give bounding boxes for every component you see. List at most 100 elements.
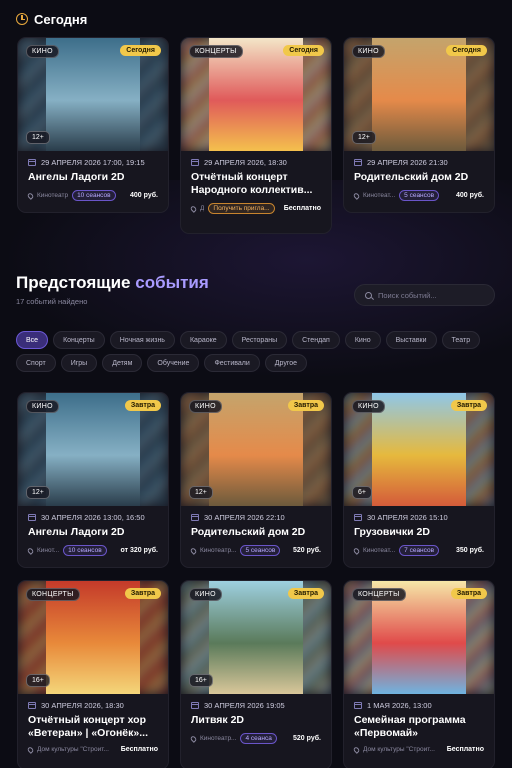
event-venue: Дом культуры "Строит... (37, 746, 109, 753)
filter-chip[interactable]: Другое (264, 354, 308, 372)
event-card[interactable]: КИНО Завтра 16+ 30 АПРЕЛЯ 2026 19:05 Литв… (180, 580, 332, 768)
today-title: Сегодня (34, 11, 88, 27)
event-meta: Кинотеатр... 5 сеансов 520 руб. (189, 545, 321, 556)
sessions-button[interactable]: 4 сеанса (240, 733, 277, 744)
filter-chip[interactable]: Игры (60, 354, 98, 372)
category-badge: КИНО (352, 400, 385, 413)
event-price: 400 руб. (130, 192, 158, 199)
event-price: 400 руб. (456, 192, 484, 199)
filter-chip[interactable]: Фестивали (204, 354, 260, 372)
when-badge: Завтра (450, 400, 487, 411)
event-card[interactable]: КИНО Завтра 6+ 30 АПРЕЛЯ 2026 15:10 Грузо… (343, 392, 495, 568)
event-date-row: 30 АПРЕЛЯ 2026 22:10 (191, 513, 321, 522)
event-venue: Дом культуры "Строит... (363, 746, 435, 753)
event-title[interactable]: Родительский дом 2D (191, 526, 321, 539)
event-poster: КИНО Сегодня 12+ (344, 38, 494, 151)
location-pin-icon (26, 546, 35, 555)
filter-chip[interactable]: Рестораны (231, 331, 288, 349)
filter-chip[interactable]: Караоке (179, 331, 227, 349)
event-title[interactable]: Ангелы Ладоги 2D (28, 526, 158, 539)
category-badge: КОНЦЕРТЫ (189, 45, 243, 58)
filter-chip[interactable]: Спорт (16, 354, 56, 372)
event-title[interactable]: Родительский дом 2D (354, 171, 484, 184)
search-icon (365, 291, 372, 299)
event-card[interactable]: КОНЦЕРТЫ Завтра 16+ 30 АПРЕЛЯ 2026, 18:30… (17, 580, 169, 768)
filter-chip[interactable]: Ночная жизнь (109, 331, 175, 349)
event-venue: Кинотеатр... (200, 735, 237, 742)
event-poster: КОНЦЕРТЫ Завтра 16+ (18, 581, 168, 694)
event-price: от 320 руб. (120, 547, 158, 554)
today-header: Сегодня (16, 10, 87, 28)
when-badge: Завтра (124, 400, 161, 411)
calendar-icon (28, 702, 36, 709)
event-title[interactable]: Отчётный концерт хор «Ветеран» | «Огонёк… (28, 714, 158, 740)
when-badge: Завтра (124, 588, 161, 599)
filter-chip[interactable]: Обучение (147, 354, 200, 372)
sessions-button[interactable]: 10 сеансов (72, 190, 116, 201)
event-title[interactable]: Отчётный концерт Народного коллектив... (191, 171, 321, 197)
poster-image (372, 393, 466, 506)
filter-chip[interactable]: Кино (344, 331, 381, 349)
event-title[interactable]: Литвяк 2D (191, 714, 321, 727)
event-title[interactable]: Ангелы Ладоги 2D (28, 171, 158, 184)
search-box[interactable] (354, 284, 495, 306)
calendar-icon (191, 159, 199, 166)
location-pin-icon (26, 745, 35, 754)
upcoming-title-accent: события (135, 273, 209, 292)
sessions-button[interactable]: 10 сеансов (63, 545, 107, 556)
event-card[interactable]: КИНО Сегодня 12+ 29 АПРЕЛЯ 2026 21:30 Род… (343, 37, 495, 213)
filter-chip[interactable]: Выставки (385, 331, 437, 349)
event-price: 350 руб. (456, 547, 484, 554)
event-date: 30 АПРЕЛЯ 2026 15:10 (367, 513, 448, 522)
when-badge: Завтра (287, 400, 324, 411)
search-input[interactable] (378, 290, 488, 300)
event-date-row: 30 АПРЕЛЯ 2026 15:10 (354, 513, 484, 522)
calendar-icon (354, 702, 362, 709)
event-poster: КОНЦЕРТЫ Сегодня (181, 38, 331, 151)
location-pin-icon (189, 546, 198, 555)
sessions-button[interactable]: 7 сеансов (399, 545, 440, 556)
event-date-row: 29 АПРЕЛЯ 2026, 18:30 (191, 158, 321, 167)
event-meta: Кинот... 10 сеансов от 320 руб. (26, 545, 158, 556)
category-badge: КИНО (26, 400, 59, 413)
event-meta: Кинотеат... 7 сеансов 350 руб. (352, 545, 484, 556)
event-date-row: 30 АПРЕЛЯ 2026 13:00, 16:50 (28, 513, 158, 522)
when-badge: Сегодня (446, 45, 487, 56)
event-card[interactable]: КИНО Завтра 12+ 30 АПРЕЛЯ 2026 22:10 Роди… (180, 392, 332, 568)
event-card[interactable]: КОНЦЕРТЫ Завтра 1 МАЯ 2026, 13:00 Семейн… (343, 580, 495, 768)
event-poster: КИНО Завтра 16+ (181, 581, 331, 694)
filter-chip[interactable]: Стендап (292, 331, 340, 349)
filter-chip[interactable]: Детям (102, 354, 143, 372)
event-date: 29 АПРЕЛЯ 2026, 18:30 (204, 158, 287, 167)
event-venue: Кинотеатр (37, 192, 69, 199)
location-pin-icon (352, 191, 361, 200)
category-badge: КИНО (189, 588, 222, 601)
event-title[interactable]: Семейная программа «Первомай» (354, 714, 484, 740)
event-poster: КИНО Сегодня 12+ (18, 38, 168, 151)
poster-image (209, 393, 303, 506)
filter-chip[interactable]: Концерты (53, 331, 105, 349)
event-card[interactable]: КИНО Завтра 12+ 30 АПРЕЛЯ 2026 13:00, 16:… (17, 392, 169, 568)
category-badge: КИНО (352, 45, 385, 58)
upcoming-title: Предстоящие события (16, 273, 209, 293)
event-card[interactable]: КИНО Сегодня 12+ 29 АПРЕЛЯ 2026 17:00, 19… (17, 37, 169, 213)
when-badge: Сегодня (120, 45, 161, 56)
sessions-button[interactable]: 5 сеансов (240, 545, 281, 556)
event-card[interactable]: КОНЦЕРТЫ Сегодня 29 АПРЕЛЯ 2026, 18:30 О… (180, 37, 332, 234)
sessions-button[interactable]: 5 сеансов (399, 190, 440, 201)
calendar-icon (354, 514, 362, 521)
event-date: 30 АПРЕЛЯ 2026 22:10 (204, 513, 285, 522)
age-rating-badge: 6+ (352, 486, 372, 499)
event-title[interactable]: Грузовички 2D (354, 526, 484, 539)
event-date: 30 АПРЕЛЯ 2026 13:00, 16:50 (41, 513, 145, 522)
category-badge: КИНО (189, 400, 222, 413)
filter-chip[interactable]: Театр (441, 331, 481, 349)
location-pin-icon (26, 191, 35, 200)
event-date-row: 30 АПРЕЛЯ 2026 19:05 (191, 701, 321, 710)
age-rating-badge: 12+ (189, 486, 213, 499)
calendar-icon (28, 159, 36, 166)
event-poster: КИНО Завтра 12+ (18, 393, 168, 506)
filter-chip[interactable]: Все (16, 331, 49, 349)
event-poster: КИНО Завтра 6+ (344, 393, 494, 506)
sessions-button[interactable]: Получить пригла... (208, 203, 275, 214)
